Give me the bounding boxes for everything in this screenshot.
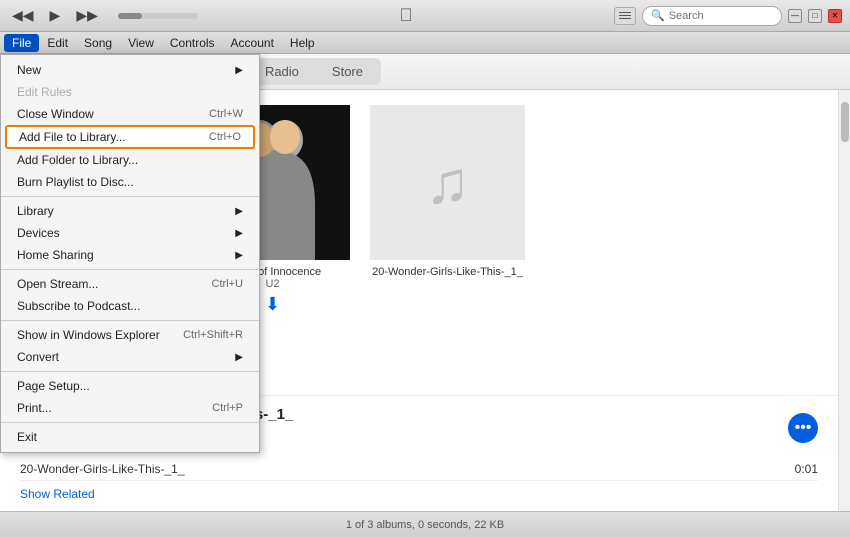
title-bar-right: 🔍 — □ ✕ xyxy=(614,6,842,26)
album-card-wonder[interactable]: ♫ 20-Wonder-Girls-Like-This-_1_ xyxy=(370,105,525,315)
scrollbar[interactable] xyxy=(838,90,850,511)
menu-devices[interactable]: Devices▶ xyxy=(1,222,259,244)
play-button[interactable]: ▶ xyxy=(46,5,65,26)
menu-print[interactable]: Print...Ctrl+P xyxy=(1,397,259,419)
menu-close-window[interactable]: Close WindowCtrl+W xyxy=(1,103,259,125)
minimize-button[interactable]: — xyxy=(788,9,802,23)
menu-burn-playlist[interactable]: Burn Playlist to Disc... xyxy=(1,171,259,193)
menu-account[interactable]: Account xyxy=(223,34,282,52)
menu-exit[interactable]: Exit xyxy=(1,426,259,448)
album-art-wonder: ♫ xyxy=(370,105,525,260)
menu-bar: File Edit Song View Controls Account Hel… xyxy=(0,32,850,54)
track-row: 20-Wonder-Girls-Like-This-_1_ 0:01 xyxy=(20,458,818,481)
menu-help[interactable]: Help xyxy=(282,34,323,52)
show-related-button[interactable]: Show Related xyxy=(20,487,95,501)
download-icon-u2[interactable]: ⬇ xyxy=(265,294,280,315)
menu-controls[interactable]: Controls xyxy=(162,34,223,52)
album-title-wonder: 20-Wonder-Girls-Like-This-_1_ xyxy=(372,266,523,278)
menu-home-sharing[interactable]: Home Sharing▶ xyxy=(1,244,259,266)
menu-subscribe-podcast[interactable]: Subscribe to Podcast... xyxy=(1,295,259,317)
track-duration: 0:01 xyxy=(795,462,818,476)
track-name: 20-Wonder-Girls-Like-This-_1_ xyxy=(20,462,185,476)
menu-show-explorer[interactable]: Show in Windows ExplorerCtrl+Shift+R xyxy=(1,324,259,346)
search-box[interactable]: 🔍 xyxy=(642,6,782,26)
menu-open-stream[interactable]: Open Stream...Ctrl+U xyxy=(1,273,259,295)
search-input[interactable] xyxy=(669,10,773,22)
menu-new[interactable]: New▶ xyxy=(1,59,259,81)
apple-logo:  xyxy=(399,5,413,26)
menu-convert[interactable]: Convert▶ xyxy=(1,346,259,368)
menu-add-file[interactable]: Add File to Library...Ctrl+O xyxy=(5,125,255,149)
music-note-icon: ♫ xyxy=(425,148,470,217)
progress-bar[interactable] xyxy=(118,13,198,19)
menu-song[interactable]: Song xyxy=(76,34,120,52)
close-button[interactable]: ✕ xyxy=(828,9,842,23)
album-artist-u2: U2 xyxy=(265,278,279,290)
tab-store[interactable]: Store xyxy=(316,60,379,83)
status-bar: 1 of 3 albums, 0 seconds, 22 KB xyxy=(0,511,850,537)
menu-view[interactable]: View xyxy=(120,34,162,52)
hamburger-button[interactable] xyxy=(614,7,636,25)
more-options-button[interactable]: ••• xyxy=(788,413,818,443)
back-button[interactable]: ◀◀ xyxy=(8,5,38,26)
menu-library[interactable]: Library▶ xyxy=(1,200,259,222)
menu-edit-rules: Edit Rules xyxy=(1,81,259,103)
scrollbar-thumb[interactable] xyxy=(841,102,849,142)
menu-add-folder[interactable]: Add Folder to Library... xyxy=(1,149,259,171)
maximize-button[interactable]: □ xyxy=(808,9,822,23)
menu-edit[interactable]: Edit xyxy=(39,34,76,52)
title-bar-left: ◀◀ ▶ ▶▶ xyxy=(8,5,198,26)
status-text: 1 of 3 albums, 0 seconds, 22 KB xyxy=(346,519,504,531)
forward-button[interactable]: ▶▶ xyxy=(72,5,102,26)
menu-page-setup[interactable]: Page Setup... xyxy=(1,375,259,397)
file-dropdown-menu: New▶ Edit Rules Close WindowCtrl+W Add F… xyxy=(0,54,260,453)
menu-file[interactable]: File xyxy=(4,34,39,52)
title-bar: ◀◀ ▶ ▶▶  🔍 — □ ✕ xyxy=(0,0,850,32)
